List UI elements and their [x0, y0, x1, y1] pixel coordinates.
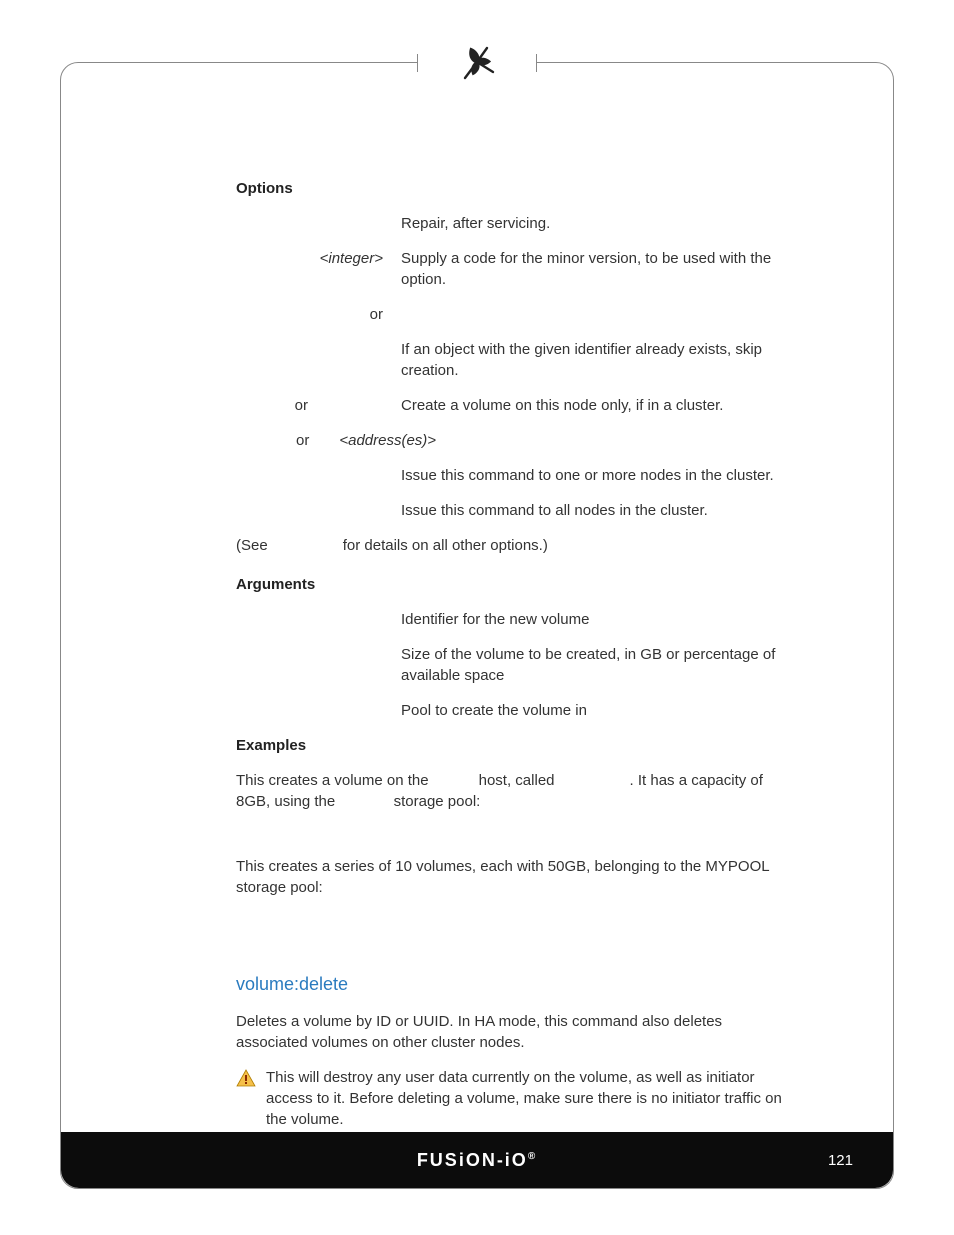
page-frame: Options Repair, after servicing. <intege… [60, 62, 894, 1189]
option-key: <integer> [236, 248, 401, 290]
argument-row: Size of the volume to be created, in GB … [236, 644, 793, 686]
option-desc: Repair, after servicing. [401, 213, 793, 234]
option-desc: If an object with the given identifier a… [401, 339, 793, 381]
warning-text: This will destroy any user data currentl… [266, 1067, 793, 1130]
argument-desc: Pool to create the volume in [401, 700, 793, 721]
option-row: or [236, 304, 793, 325]
example-text: This creates a volume on the host, calle… [236, 770, 793, 812]
option-desc: Supply a code for the minor version, to … [401, 248, 793, 290]
option-key-addresses: <address(es)> [339, 430, 436, 451]
example-text: This creates a series of 10 volumes, eac… [236, 856, 793, 898]
option-desc: Issue this command to all nodes in the c… [401, 500, 793, 521]
option-row: If an object with the given identifier a… [236, 339, 793, 381]
argument-desc: Size of the volume to be created, in GB … [401, 644, 793, 686]
arguments-heading: Arguments [236, 574, 793, 595]
option-row: Issue this command to all nodes in the c… [236, 500, 793, 521]
argument-desc: Identifier for the new volume [401, 609, 793, 630]
option-row: <integer> Supply a code for the minor ve… [236, 248, 793, 290]
option-row: Issue this command to one or more nodes … [236, 465, 793, 486]
option-row: or Create a volume on this node only, if… [236, 395, 793, 416]
option-row: Repair, after servicing. [236, 213, 793, 234]
footer-brand-logo: FUSiON-iO® [417, 1150, 537, 1171]
see-options-line: (See for details on all other options.) [236, 535, 793, 556]
page-content: Options Repair, after servicing. <intege… [236, 178, 793, 1048]
option-key-or: or [296, 430, 309, 451]
argument-row: Pool to create the volume in [236, 700, 793, 721]
option-desc: Create a volume on this node only, if in… [326, 395, 793, 416]
volume-delete-heading: volume:delete [236, 972, 793, 997]
warning-block: This will destroy any user data currentl… [236, 1067, 793, 1130]
header-logo-wrap [417, 36, 537, 88]
option-row: or <address(es)> [236, 430, 793, 451]
page-number: 121 [828, 1152, 853, 1169]
options-heading: Options [236, 178, 793, 199]
examples-heading: Examples [236, 735, 793, 756]
argument-row: Identifier for the new volume [236, 609, 793, 630]
footer-bar: FUSiON-iO® 121 [61, 1132, 893, 1188]
option-key: or [236, 304, 401, 325]
see-link[interactable] [272, 537, 339, 554]
option-desc: Issue this command to one or more nodes … [401, 465, 793, 486]
leaf-logo-icon [457, 42, 497, 82]
volume-delete-intro: Deletes a volume by ID or UUID. In HA mo… [236, 1011, 793, 1053]
option-key: or [236, 395, 326, 416]
warning-icon [236, 1069, 256, 1087]
